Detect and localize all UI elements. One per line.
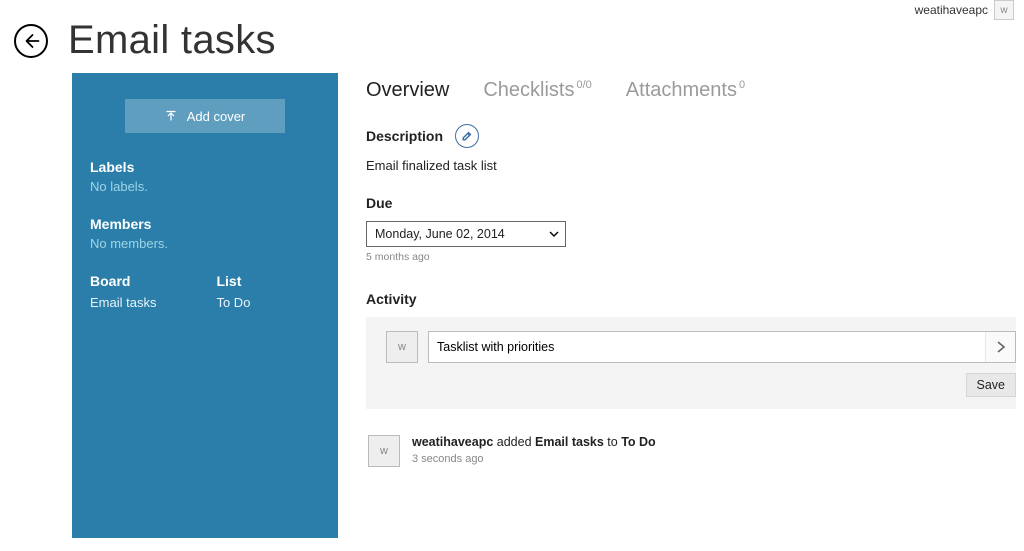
board-section: Board Email tasks xyxy=(90,273,156,313)
log-text: weatihaveapc added Email tasks to To Do xyxy=(412,435,656,449)
due-date-value: Monday, June 02, 2014 xyxy=(375,227,505,241)
chevron-right-icon xyxy=(995,341,1007,353)
board-value[interactable]: Email tasks xyxy=(90,293,156,313)
log-target: To Do xyxy=(621,435,655,449)
edit-description-button[interactable] xyxy=(455,124,479,148)
labels-section: Labels No labels. xyxy=(90,159,320,194)
description-heading: Description xyxy=(366,128,443,144)
members-section: Members No members. xyxy=(90,216,320,251)
labels-empty-text[interactable]: No labels. xyxy=(90,179,320,194)
list-value[interactable]: To Do xyxy=(216,293,250,313)
tab-overview[interactable]: Overview xyxy=(366,79,449,102)
save-button[interactable]: Save xyxy=(966,373,1017,397)
chevron-down-icon xyxy=(549,229,559,239)
current-user-corner[interactable]: weatihaveapc w xyxy=(915,0,1014,20)
members-heading: Members xyxy=(90,216,320,232)
due-date-select[interactable]: Monday, June 02, 2014 xyxy=(366,221,566,247)
tab-checklists-count: 0/0 xyxy=(577,79,592,91)
log-time: 3 seconds ago xyxy=(412,453,656,465)
send-button[interactable] xyxy=(985,332,1015,362)
list-section: List To Do xyxy=(216,273,250,313)
comment-input[interactable] xyxy=(429,332,985,362)
card-main: Overview Checklists0/0 Attachments0 Desc… xyxy=(366,73,1024,538)
current-user-name: weatihaveapc xyxy=(915,3,988,17)
tab-checklists-label: Checklists xyxy=(483,79,574,101)
log-avatar: w xyxy=(368,435,400,467)
log-verb: added xyxy=(493,435,535,449)
upload-icon xyxy=(165,110,177,122)
card-sidebar: Add cover Labels No labels. Members No m… xyxy=(72,73,338,538)
log-object: Email tasks xyxy=(535,435,604,449)
tab-attachments[interactable]: Attachments0 xyxy=(626,79,745,102)
page-header: Email tasks xyxy=(0,0,1024,73)
add-cover-button[interactable]: Add cover xyxy=(125,99,285,133)
description-heading-row: Description xyxy=(366,124,1016,148)
labels-heading: Labels xyxy=(90,159,320,175)
current-user-avatar: w xyxy=(994,0,1014,20)
pencil-icon xyxy=(461,130,473,142)
back-button[interactable] xyxy=(14,24,48,58)
compose-avatar: w xyxy=(386,331,418,363)
list-heading: List xyxy=(216,273,250,289)
members-empty-text[interactable]: No members. xyxy=(90,236,320,251)
add-cover-label: Add cover xyxy=(187,109,246,124)
log-preposition: to xyxy=(604,435,621,449)
tab-checklists[interactable]: Checklists0/0 xyxy=(483,79,591,102)
activity-heading: Activity xyxy=(366,291,1016,307)
arrow-left-icon xyxy=(22,32,40,50)
tab-attachments-label: Attachments xyxy=(626,79,737,101)
tab-attachments-count: 0 xyxy=(739,79,745,91)
comment-input-wrap xyxy=(428,331,1016,363)
description-text: Email finalized task list xyxy=(366,158,1016,173)
tab-bar: Overview Checklists0/0 Attachments0 xyxy=(366,79,1016,102)
board-heading: Board xyxy=(90,273,156,289)
tab-overview-label: Overview xyxy=(366,79,449,101)
page-title: Email tasks xyxy=(68,18,276,63)
due-relative: 5 months ago xyxy=(366,251,1016,263)
due-heading: Due xyxy=(366,195,1016,211)
log-actor: weatihaveapc xyxy=(412,435,493,449)
activity-log-entry: w weatihaveapc added Email tasks to To D… xyxy=(366,435,1016,467)
activity-compose-block: w Save xyxy=(366,317,1016,409)
board-list-row: Board Email tasks List To Do xyxy=(90,273,320,313)
